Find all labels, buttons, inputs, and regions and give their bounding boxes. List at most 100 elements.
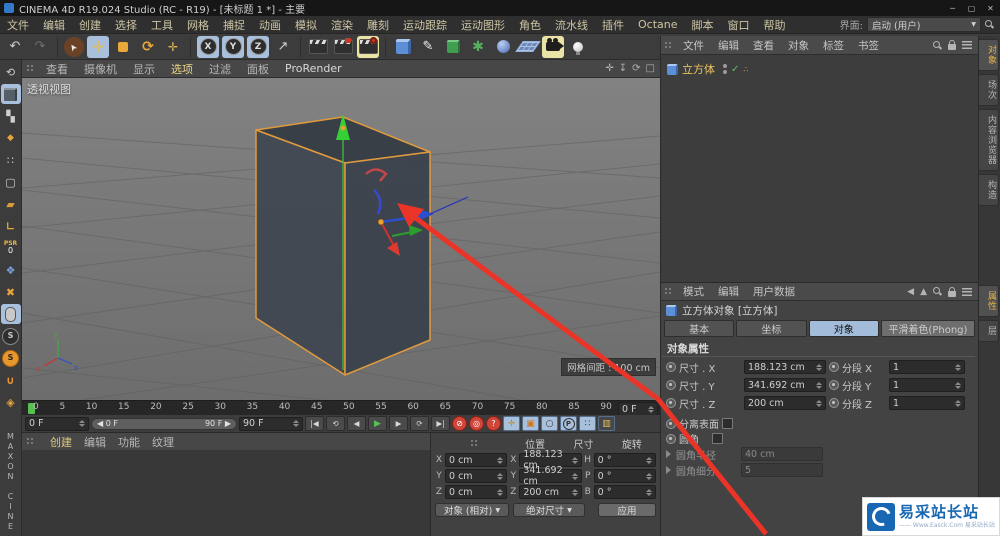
spinner-icon[interactable]: [955, 397, 961, 410]
keyframe-dot-icon[interactable]: [829, 380, 839, 390]
primitive-cube-button[interactable]: [392, 36, 414, 58]
spinner-icon[interactable]: [955, 361, 961, 374]
position-x-field[interactable]: 0 cm: [445, 453, 508, 467]
record-pla-toggle[interactable]: ∷: [579, 416, 596, 431]
interaction-mode-button[interactable]: [0, 304, 21, 324]
tab-object[interactable]: 对象: [808, 320, 879, 337]
make-editable-button[interactable]: ⟲: [1, 62, 21, 82]
view-label[interactable]: 透视视图: [27, 81, 71, 97]
om-menu-tags[interactable]: 标签: [816, 38, 851, 53]
vp-menu-panel[interactable]: 面板: [239, 61, 277, 77]
move-tool[interactable]: ✛: [87, 35, 109, 58]
spinner-icon[interactable]: [572, 486, 578, 499]
deformers-button[interactable]: ✱: [467, 36, 489, 58]
spinner-icon[interactable]: [816, 397, 822, 410]
dock-tab-layers[interactable]: 层: [979, 320, 999, 342]
perspective-viewport[interactable]: y x z 透视视图 网格间距 : 100 cm: [22, 78, 660, 400]
menu-render[interactable]: 渲染: [324, 17, 360, 33]
spinner-icon[interactable]: [646, 470, 652, 483]
dock-tab-content-browser[interactable]: 内容浏览器: [979, 109, 999, 171]
spinner-icon[interactable]: [646, 454, 652, 467]
polygons-mode-button[interactable]: ▰: [1, 194, 21, 214]
search-icon[interactable]: [933, 40, 942, 50]
autokey-button[interactable]: ◎: [469, 416, 484, 431]
dock-tab-takes[interactable]: 场次: [979, 74, 999, 106]
apply-button[interactable]: 应用: [598, 503, 656, 517]
menu-script[interactable]: 脚本: [685, 17, 721, 33]
workplane-button[interactable]: ◆: [1, 128, 21, 148]
position-y-field[interactable]: 0 cm: [445, 469, 508, 483]
coordinate-system-button[interactable]: ↗: [272, 36, 294, 58]
separate-surfaces-checkbox[interactable]: [722, 418, 733, 429]
goto-start-button[interactable]: |◀: [305, 416, 324, 431]
keyframe-dot-icon[interactable]: [666, 398, 676, 408]
vp-menu-options[interactable]: 选项: [163, 61, 201, 77]
history-back-icon[interactable]: ◀: [907, 287, 914, 297]
segments-x-input[interactable]: 1: [889, 360, 965, 374]
am-menu-userdata[interactable]: 用户数据: [746, 284, 802, 299]
spinner-icon[interactable]: [648, 403, 654, 416]
menu-animate[interactable]: 动画: [252, 17, 288, 33]
z-axis-lock-button[interactable]: Z: [247, 35, 269, 58]
last-tool[interactable]: ✛: [162, 36, 184, 58]
size-y-field[interactable]: 341.692 cm: [519, 465, 582, 487]
y-axis-handle[interactable]: [340, 125, 346, 131]
keyframe-dot-icon[interactable]: [666, 433, 676, 444]
panel-drag-handle[interactable]: [27, 65, 34, 72]
close-button[interactable]: ✕: [981, 0, 1000, 16]
position-z-field[interactable]: 0 cm: [445, 485, 508, 499]
render-settings-button[interactable]: [357, 35, 379, 58]
panel-drag-handle[interactable]: [665, 41, 672, 49]
x-axis-lock-button[interactable]: X: [197, 35, 219, 58]
burger-menu-icon[interactable]: [962, 287, 972, 296]
undo-button[interactable]: ↶: [4, 36, 26, 58]
burger-menu-icon[interactable]: [962, 41, 972, 49]
menu-octane[interactable]: Octane: [631, 18, 685, 31]
goto-end-button[interactable]: ▶|: [431, 416, 450, 431]
enabled-check-icon[interactable]: ✓: [731, 64, 739, 75]
render-region-button[interactable]: [332, 36, 354, 58]
keyframe-dot-icon[interactable]: [666, 362, 676, 372]
generators-button[interactable]: [442, 36, 464, 58]
menu-file[interactable]: 文件: [0, 17, 36, 33]
texture-mode-button[interactable]: ▚: [1, 106, 21, 126]
spline-pen-button[interactable]: ✎: [417, 36, 439, 58]
menu-mograph[interactable]: 运动图形: [454, 17, 512, 33]
dock-tab-attributes[interactable]: 属性: [979, 285, 999, 317]
spinner-icon[interactable]: [816, 361, 822, 374]
visibility-dots-icon[interactable]: [723, 64, 727, 74]
timeline-ruler[interactable]: 0 5 10 15 20 25 30 35 40 45 50 55 60 65 …: [22, 400, 660, 416]
fillet-checkbox[interactable]: [712, 433, 723, 444]
dock-tab-objects[interactable]: 对象: [979, 39, 999, 71]
keyframe-dot-icon[interactable]: [666, 418, 676, 429]
record-position-toggle[interactable]: ✛: [503, 416, 520, 431]
object-name[interactable]: 立方体: [682, 61, 715, 77]
om-menu-view[interactable]: 查看: [746, 38, 781, 53]
keyframe-dot-icon[interactable]: [829, 362, 839, 372]
vp-menu-filter[interactable]: 过滤: [201, 61, 239, 77]
tab-coordinates[interactable]: 坐标: [736, 320, 807, 337]
tab-basic[interactable]: 基本: [664, 320, 735, 337]
material-list-area[interactable]: [22, 450, 430, 536]
menu-character[interactable]: 角色: [512, 17, 548, 33]
viewport-pan-icon[interactable]: ✛: [605, 63, 613, 74]
model-mode-button[interactable]: [0, 84, 21, 104]
record-rotation-toggle[interactable]: ○: [541, 416, 558, 431]
mode-dropdown[interactable]: 对象 (相对) ▾: [435, 503, 509, 517]
phong-tag-icon[interactable]: ∴: [743, 65, 748, 74]
magnet-snap-button[interactable]: ∪: [1, 370, 21, 390]
menu-simulate[interactable]: 模拟: [288, 17, 324, 33]
om-menu-edit[interactable]: 编辑: [711, 38, 746, 53]
spinner-icon[interactable]: [497, 454, 503, 467]
enable-axis-button[interactable]: ∟: [1, 216, 21, 236]
menu-mesh[interactable]: 网格: [180, 17, 216, 33]
vp-menu-prorender[interactable]: ProRender: [277, 62, 350, 75]
record-keyframe-button[interactable]: ⊘: [452, 416, 467, 431]
am-menu-edit[interactable]: 编辑: [711, 284, 746, 299]
menu-edit[interactable]: 编辑: [36, 17, 72, 33]
spinner-icon[interactable]: [497, 470, 503, 483]
record-scale-toggle[interactable]: ▣: [522, 416, 539, 431]
current-frame-field[interactable]: 0 F: [618, 402, 658, 416]
spinner-icon[interactable]: [572, 454, 578, 467]
maximize-button[interactable]: ▢: [962, 0, 981, 16]
